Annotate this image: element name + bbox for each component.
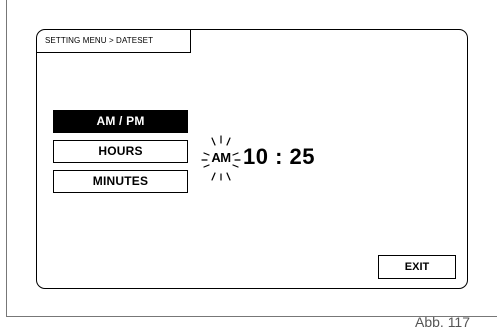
exit-button[interactable]: EXIT xyxy=(378,255,456,279)
ampm-menu-label: AM / PM xyxy=(96,114,145,128)
hours-menu-button[interactable]: HOURS xyxy=(53,140,188,163)
figure-caption: Abb. 117 xyxy=(415,314,471,330)
exit-label: EXIT xyxy=(404,261,430,273)
page-border-left xyxy=(6,0,7,316)
dateset-screen: SETTING MENU > DATESET AM / PM HOURS MIN… xyxy=(36,29,468,289)
time-value: 10 : 25 xyxy=(243,144,315,169)
minutes-menu-button[interactable]: MINUTES xyxy=(53,170,188,193)
minutes-menu-label: MINUTES xyxy=(92,174,149,188)
ampm-menu-button[interactable]: AM / PM xyxy=(53,110,188,133)
breadcrumb: SETTING MENU > DATESET xyxy=(37,30,191,53)
ampm-value: AM xyxy=(211,150,231,165)
hours-menu-label: HOURS xyxy=(98,144,143,158)
